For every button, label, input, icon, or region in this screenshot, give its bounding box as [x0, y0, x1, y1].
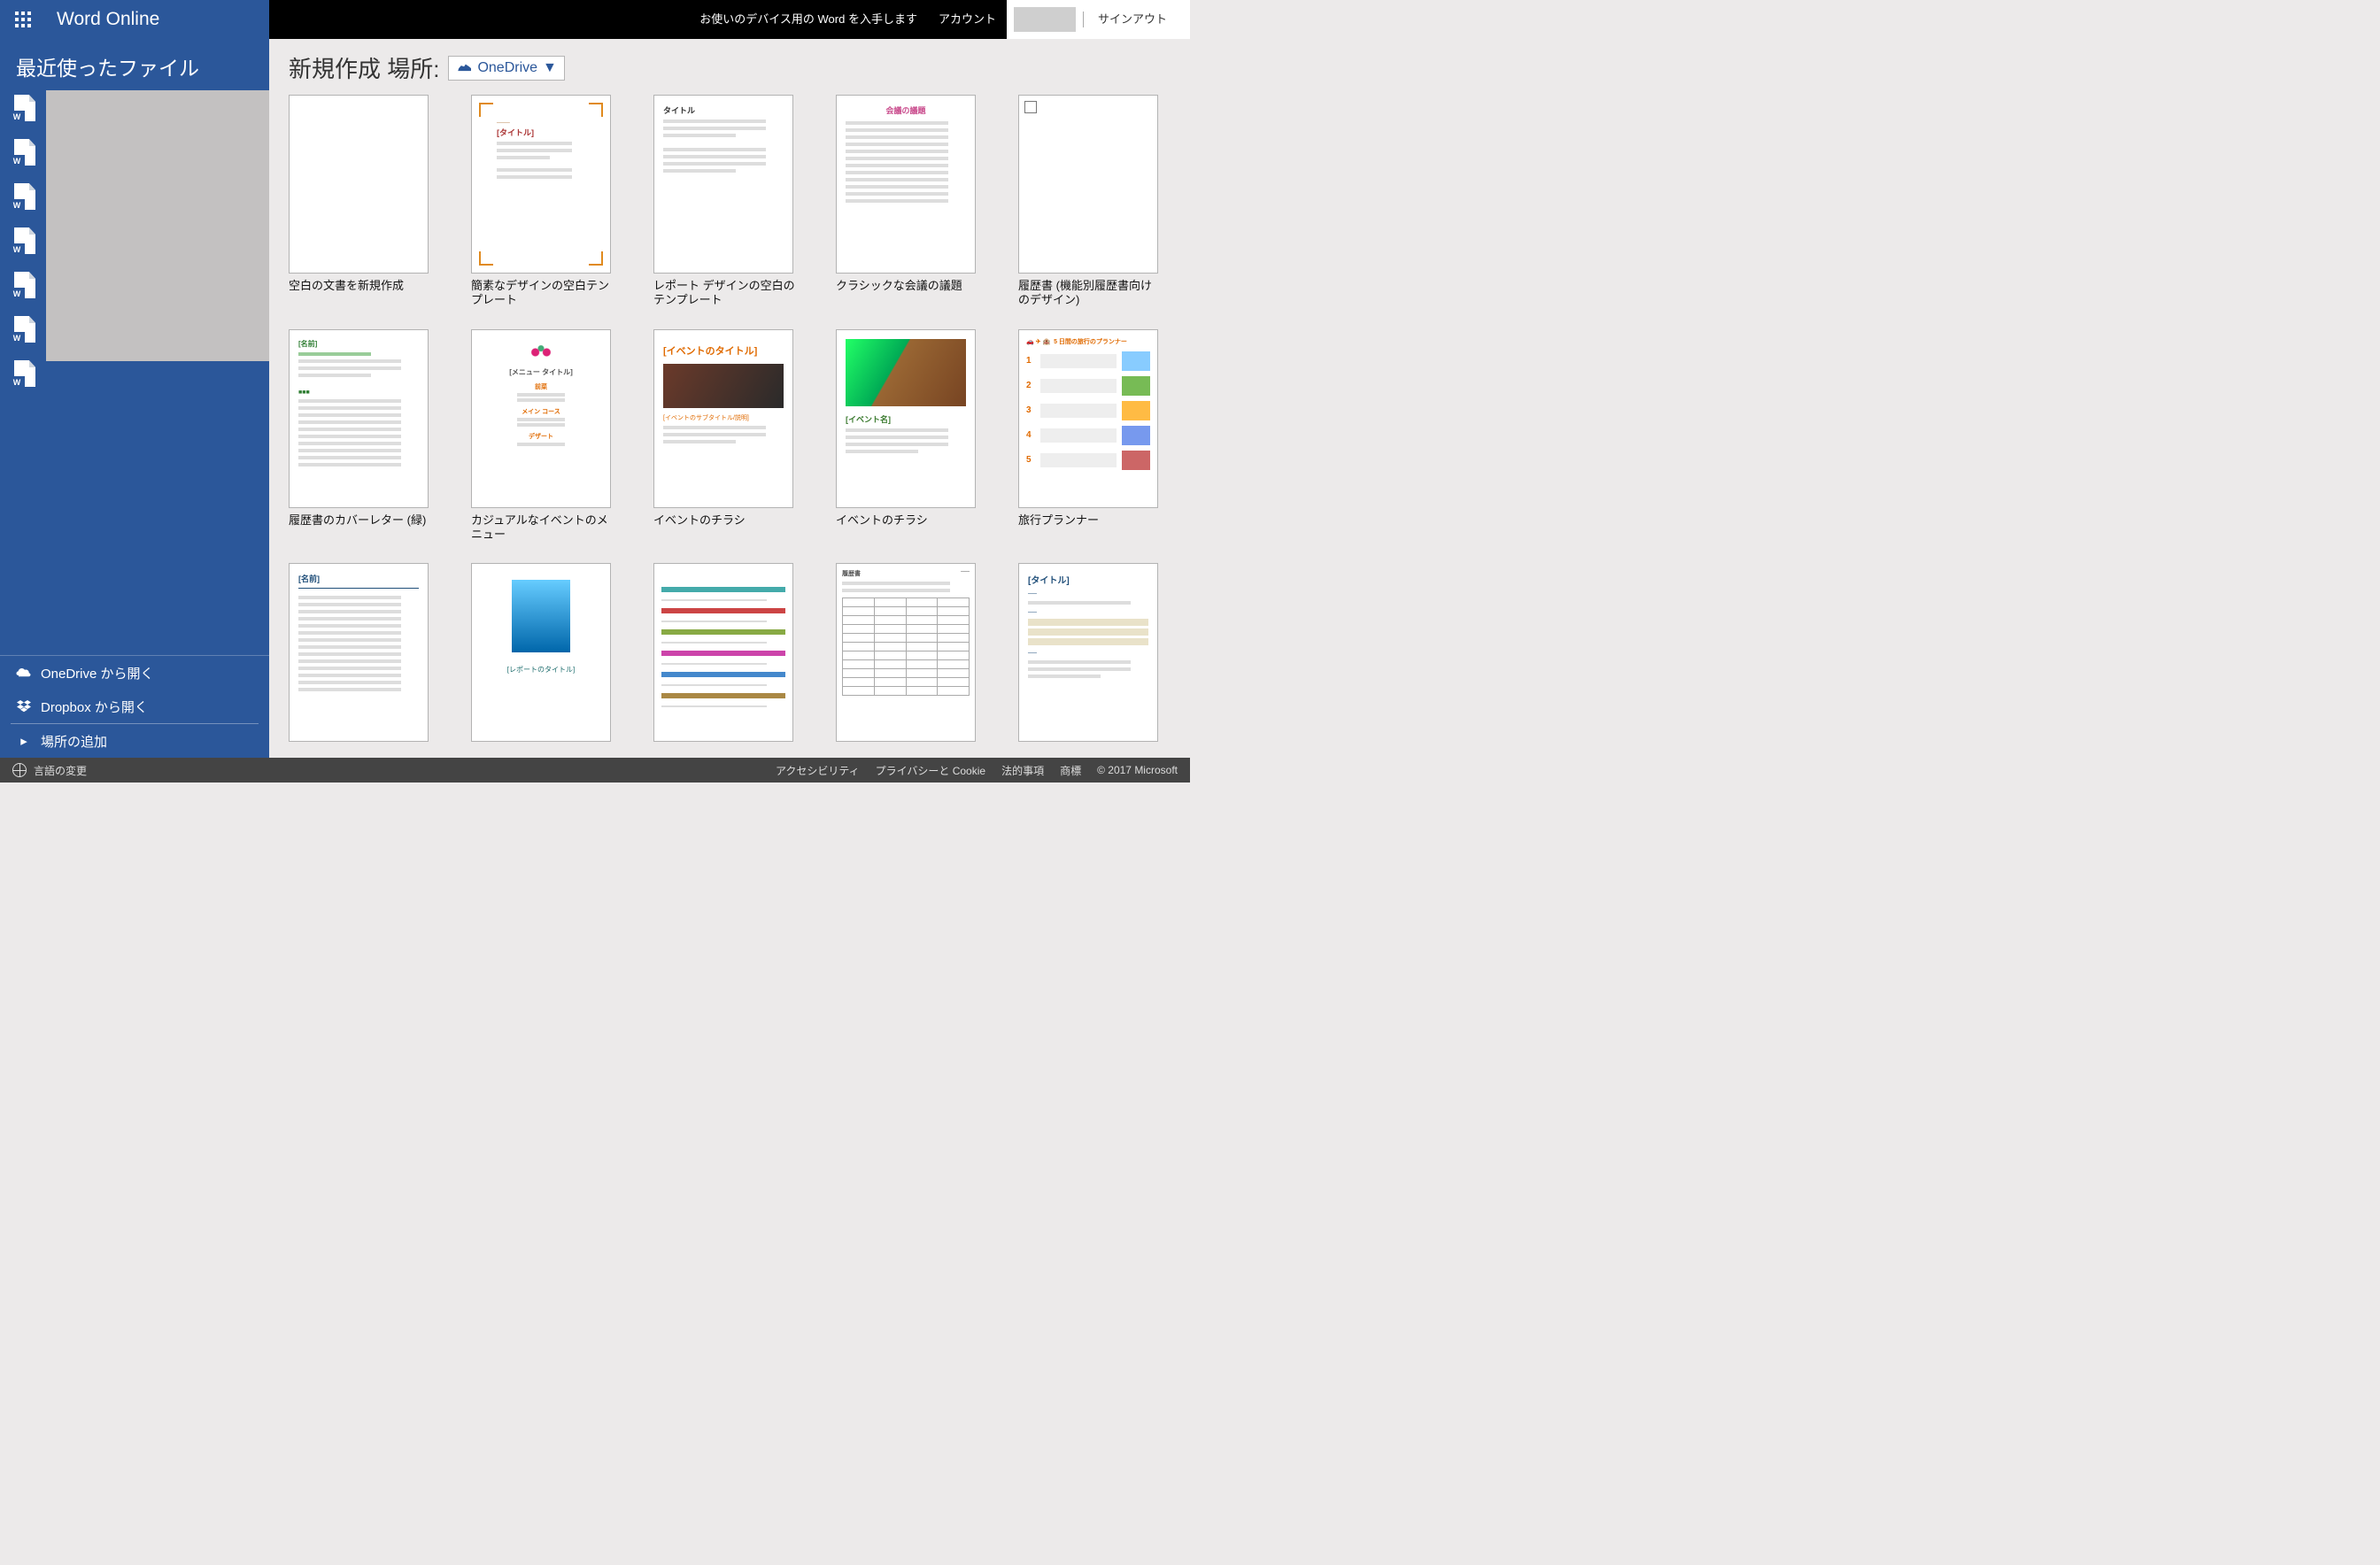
add-place-label: 場所の追加	[41, 732, 107, 751]
footer-link-trademark[interactable]: 商標	[1060, 763, 1081, 778]
top-bar: Word Online お使いのデバイス用の Word を入手します アカウント…	[0, 0, 1190, 39]
template-tile[interactable]: [メニュー タイトル]前菜メイン コースデザートカジュアルなイベントのメニュー	[471, 329, 613, 543]
template-caption: クラシックな会議の議題	[836, 274, 978, 304]
template-thumbnail: 会議の議題	[836, 95, 976, 274]
template-thumbnail: ───[タイトル]	[471, 95, 611, 274]
brand-area: Word Online	[0, 0, 269, 39]
location-picker[interactable]: OneDrive ▼	[448, 56, 564, 81]
footer-link-accessibility[interactable]: アクセシビリティ	[776, 763, 860, 778]
word-doc-icon: W	[9, 95, 35, 127]
template-caption: 空白の文書を新規作成	[289, 274, 430, 304]
template-tile[interactable]: 履歴書──	[836, 563, 978, 758]
word-doc-icon: W	[9, 272, 35, 304]
word-doc-icon: W	[9, 227, 35, 259]
template-gallery: 新規作成 場所: OneDrive ▼ 空白の文書を新規作成 ───[タイトル]簡…	[269, 39, 1190, 758]
template-thumbnail: [レポートのタイトル]	[471, 563, 611, 742]
template-tile[interactable]: [レポートのタイトル]	[471, 563, 613, 758]
template-thumbnail: [イベントのタイトル][イベントのサブタイトル/説明]	[653, 329, 793, 508]
recent-file-item[interactable]: W	[9, 269, 42, 306]
add-place[interactable]: ▸ 場所の追加	[0, 724, 269, 758]
template-caption: 簡素なデザインの空白テンプレート	[471, 274, 613, 308]
template-caption	[471, 742, 613, 758]
globe-icon	[12, 763, 27, 777]
recent-file-item[interactable]: W	[9, 136, 42, 173]
recent-file-item[interactable]: W	[9, 225, 42, 262]
template-caption: イベントのチラシ	[653, 508, 795, 538]
recent-file-preview	[46, 90, 269, 361]
onedrive-icon	[16, 667, 32, 679]
template-tile[interactable]: タイトルレポート デザインの空白のテンプレート	[653, 95, 795, 308]
open-from-onedrive[interactable]: OneDrive から開く	[0, 656, 269, 690]
avatar[interactable]	[1014, 7, 1076, 32]
template-caption: 旅行プランナー	[1018, 508, 1160, 538]
template-caption	[1018, 742, 1160, 758]
open-from-onedrive-label: OneDrive から開く	[41, 664, 154, 682]
chevron-right-icon: ▸	[16, 735, 32, 747]
open-from-section: OneDrive から開く Dropbox から開く ▸ 場所の追加	[0, 655, 269, 758]
template-thumbnail: [メニュー タイトル]前菜メイン コースデザート	[471, 329, 611, 508]
heading-prefix: 新規作成 場所:	[289, 51, 439, 84]
template-thumbnail: [名前]	[289, 563, 429, 742]
new-in-heading: 新規作成 場所: OneDrive ▼	[289, 51, 1171, 84]
open-from-dropbox-label: Dropbox から開く	[41, 698, 148, 716]
template-tile[interactable]: [イベントのタイトル][イベントのサブタイトル/説明]イベントのチラシ	[653, 329, 795, 543]
template-thumbnail	[653, 563, 793, 742]
account-link[interactable]: アカウント	[928, 0, 1007, 39]
brand-title: Word Online	[41, 9, 159, 30]
template-tile[interactable]: [イベント名]イベントのチラシ	[836, 329, 978, 543]
template-tile[interactable]: [名前]	[289, 563, 430, 758]
template-caption: カジュアルなイベントのメニュー	[471, 508, 613, 543]
sidebar: 最近使ったファイル WWWWWWW OneDrive から開く Dropbox …	[0, 39, 269, 758]
template-grid: 空白の文書を新規作成───[タイトル]簡素なデザインの空白テンプレートタイトルレ…	[289, 95, 1171, 758]
template-tile[interactable]: [タイトル]──────	[1018, 563, 1160, 758]
separator	[1083, 12, 1084, 27]
dropbox-icon	[16, 700, 32, 713]
chevron-down-icon: ▼	[543, 60, 557, 76]
template-caption: レポート デザインの空白のテンプレート	[653, 274, 795, 308]
word-doc-icon: W	[9, 139, 35, 171]
template-tile[interactable]: 会議の議題クラシックな会議の議題	[836, 95, 978, 308]
signout-link[interactable]: サインアウト	[1087, 0, 1178, 39]
template-thumbnail	[1018, 95, 1158, 274]
change-language-link[interactable]: 言語の変更	[34, 763, 87, 778]
footer-copyright: © 2017 Microsoft	[1097, 764, 1178, 776]
template-thumbnail: [名前]■■■	[289, 329, 429, 508]
template-caption	[289, 742, 430, 758]
open-from-dropbox[interactable]: Dropbox から開く	[0, 690, 269, 723]
template-thumbnail: 🚗 ✈ 🏨 5 日間の旅行のプランナー12345	[1018, 329, 1158, 508]
template-caption: 履歴書 (機能別履歴書向けのデザイン)	[1018, 274, 1160, 308]
app-launcher-icon[interactable]	[5, 0, 41, 39]
get-word-link[interactable]: お使いのデバイス用の Word を入手します	[689, 0, 928, 39]
template-caption	[653, 742, 795, 758]
template-caption	[836, 742, 978, 758]
footer-link-legal[interactable]: 法的事項	[1001, 763, 1044, 778]
recent-file-item[interactable]: W	[9, 181, 42, 218]
template-thumbnail: [タイトル]──────	[1018, 563, 1158, 742]
footer-link-privacy[interactable]: プライバシーと Cookie	[876, 763, 985, 778]
word-doc-icon: W	[9, 360, 35, 392]
template-tile[interactable]: 🚗 ✈ 🏨 5 日間の旅行のプランナー12345旅行プランナー	[1018, 329, 1160, 543]
template-caption: イベントのチラシ	[836, 508, 978, 538]
word-doc-icon: W	[9, 183, 35, 215]
template-tile[interactable]: 履歴書 (機能別履歴書向けのデザイン)	[1018, 95, 1160, 308]
recent-file-item[interactable]: W	[9, 313, 42, 351]
template-caption: 履歴書のカバーレター (緑)	[289, 508, 430, 538]
template-tile[interactable]: [名前]■■■履歴書のカバーレター (緑)	[289, 329, 430, 543]
word-doc-icon: W	[9, 316, 35, 348]
recent-file-item[interactable]: W	[9, 358, 42, 395]
onedrive-icon	[456, 63, 472, 73]
template-tile[interactable]	[653, 563, 795, 758]
template-thumbnail	[289, 95, 429, 274]
recent-files-heading: 最近使ったファイル	[0, 39, 269, 90]
template-tile[interactable]: 空白の文書を新規作成	[289, 95, 430, 308]
template-thumbnail: [イベント名]	[836, 329, 976, 508]
template-tile[interactable]: ───[タイトル]簡素なデザインの空白テンプレート	[471, 95, 613, 308]
top-right: お使いのデバイス用の Word を入手します アカウント サインアウト	[689, 0, 1190, 39]
location-picker-label: OneDrive	[477, 60, 537, 76]
template-thumbnail: 履歴書──	[836, 563, 976, 742]
recent-files-list: WWWWWWW	[0, 90, 269, 655]
recent-file-item[interactable]: W	[9, 92, 42, 129]
template-thumbnail: タイトル	[653, 95, 793, 274]
footer: 言語の変更 アクセシビリティ プライバシーと Cookie 法的事項 商標 © …	[0, 758, 1190, 782]
